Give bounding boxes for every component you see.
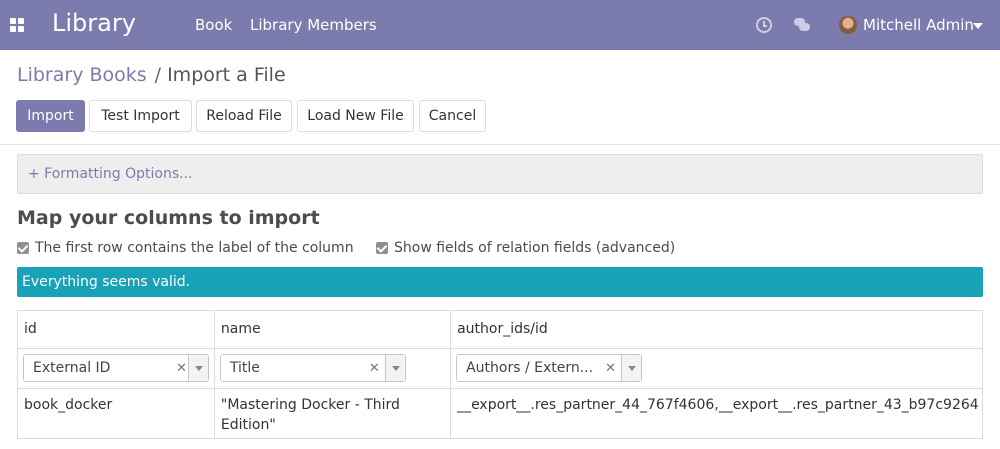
breadcrumb-separator: / [154, 64, 162, 86]
relation-fields-option[interactable]: Show fields of relation fields (advanced… [376, 240, 675, 256]
table-cell: book_docker [17, 388, 215, 439]
first-row-header-option[interactable]: The first row contains the label of the … [17, 240, 354, 256]
activity-clock-icon[interactable] [756, 17, 772, 33]
top-navbar: Library Book Library Members Mitchell Ad… [0, 0, 1000, 50]
user-name[interactable]: Mitchell Admin [863, 16, 974, 34]
field-mapping-row: External ID ✕ Title ✕ Authors / Extern..… [17, 348, 983, 389]
column-header: name [213, 310, 452, 349]
field-mapping-value: External ID [33, 360, 111, 376]
first-row-label: The first row contains the label of the … [35, 240, 354, 256]
breadcrumb-parent[interactable]: Library Books [17, 64, 147, 86]
field-mapping-value: Authors / Extern... [466, 360, 594, 376]
field-mapping-value: Title [229, 360, 260, 376]
table-header-row: id name author_ids/id [17, 310, 983, 349]
table-row: book_docker "Mastering Docker - Third Ed… [17, 388, 983, 439]
field-mapping-select[interactable]: External ID ✕ [23, 354, 209, 382]
validation-alert: Everything seems valid. [17, 267, 983, 297]
menu-item-library-members[interactable]: Library Members [250, 16, 377, 34]
dropdown-arrow-icon[interactable] [621, 355, 642, 381]
breadcrumb-current: Import a File [167, 64, 286, 86]
app-brand[interactable]: Library [52, 9, 136, 37]
mapping-cell: Title ✕ [213, 348, 452, 389]
column-header: author_ids/id [450, 310, 983, 349]
test-import-button[interactable]: Test Import [89, 100, 192, 132]
clear-icon[interactable]: ✕ [369, 361, 380, 376]
table-cell: __export__.res_partner_44_767f4606,__exp… [450, 388, 983, 439]
section-title: Map your columns to import [17, 207, 320, 229]
import-preview-table: id name author_ids/id External ID ✕ Titl… [17, 310, 983, 439]
menu-item-book[interactable]: Book [195, 16, 232, 34]
breadcrumb: Library Books / Import a File [17, 64, 286, 86]
user-avatar[interactable] [839, 16, 857, 34]
first-row-checkbox[interactable] [17, 242, 29, 254]
formatting-options-toggle[interactable]: + Formatting Options... [17, 154, 983, 194]
load-new-file-button[interactable]: Load New File [297, 100, 414, 132]
relation-fields-checkbox[interactable] [376, 242, 388, 254]
dropdown-arrow-icon[interactable] [384, 355, 405, 381]
divider [0, 144, 1000, 145]
mapping-cell: Authors / Extern... ✕ [450, 348, 983, 389]
column-header: id [17, 310, 215, 349]
field-mapping-select[interactable]: Title ✕ [219, 354, 406, 382]
dropdown-arrow-icon[interactable] [188, 355, 208, 381]
reload-file-button[interactable]: Reload File [196, 100, 292, 132]
clear-icon[interactable]: ✕ [176, 361, 187, 376]
clear-icon[interactable]: ✕ [605, 361, 616, 376]
relation-fields-label: Show fields of relation fields (advanced… [394, 240, 676, 256]
messaging-chat-icon[interactable] [794, 18, 810, 32]
table-cell: "Mastering Docker - Third Edition" [213, 388, 452, 439]
mapping-cell: External ID ✕ [17, 348, 215, 389]
apps-menu-icon[interactable] [10, 18, 24, 32]
cancel-button[interactable]: Cancel [419, 100, 486, 132]
field-mapping-select[interactable]: Authors / Extern... ✕ [456, 354, 643, 382]
chevron-down-icon[interactable] [973, 23, 983, 29]
import-button[interactable]: Import [16, 100, 85, 132]
